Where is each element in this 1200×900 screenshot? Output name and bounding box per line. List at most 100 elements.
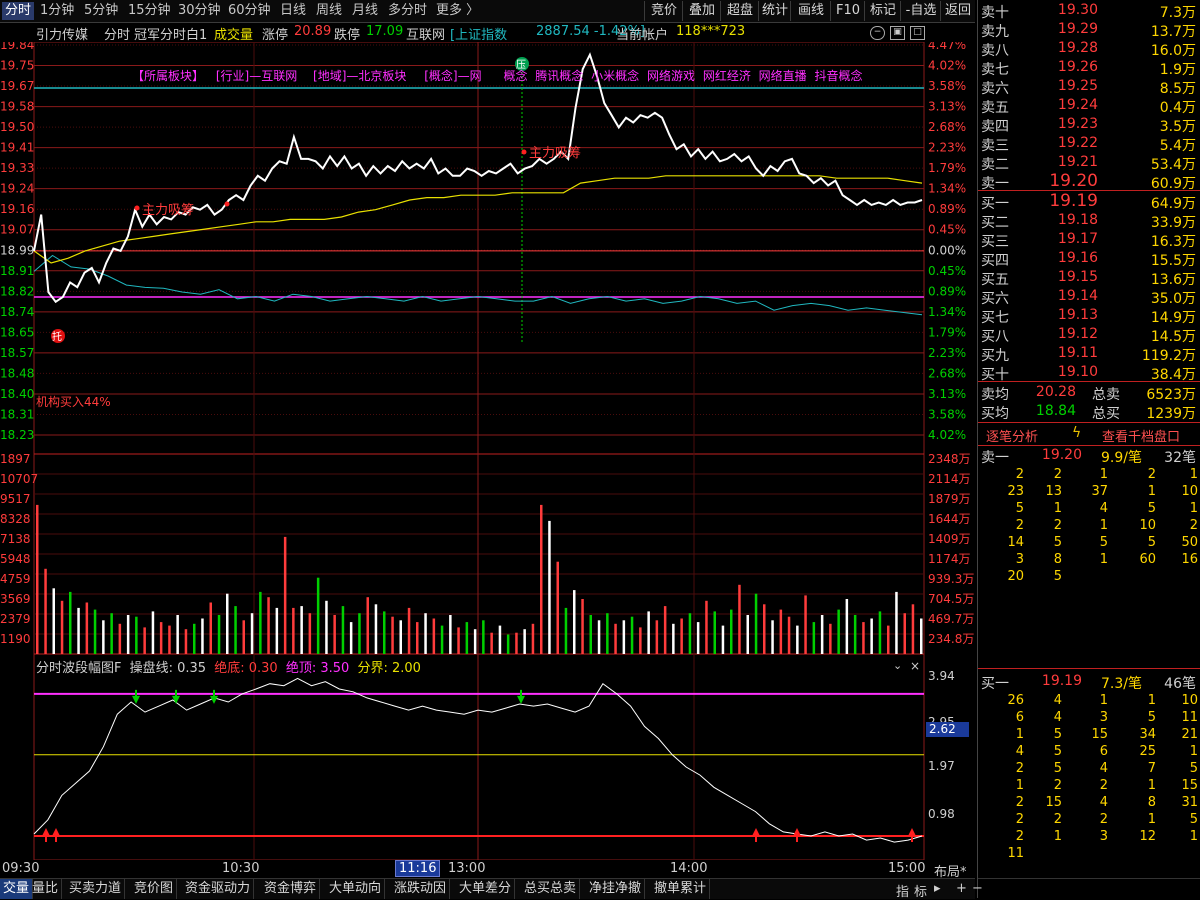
price-tick: 19.75 xyxy=(0,59,34,73)
super-button[interactable]: 超盘 xyxy=(720,1,759,21)
order-book-row[interactable]: 卖八 19.28 16.0万 xyxy=(978,39,1200,59)
watchlist-button[interactable]: -自选 xyxy=(900,1,941,21)
tick-cell: 2 xyxy=(1053,518,1062,533)
order-book-row[interactable]: 买一 19.19 64.9万 xyxy=(978,191,1200,212)
order-book-panel: 卖十 19.30 7.3万 卖九 19.29 13.7万 卖八 19.28 16.0… xyxy=(896,0,1200,900)
sector-tag[interactable]: 网红经济 xyxy=(703,69,751,83)
intraday-chart[interactable]: 19.84 19.75 19.67 19.58 19.50 19.41 19.33 19.24… xyxy=(0,42,975,860)
order-price: 19.13 xyxy=(1057,307,1098,323)
volume-tick: 10707 xyxy=(0,472,38,486)
tick-row: 3 8 1 60 16 xyxy=(978,552,1200,569)
tab-5min[interactable]: 5分钟 xyxy=(84,2,118,20)
tab-tick-analysis[interactable]: 逐笔分析 xyxy=(986,426,1038,445)
indicator-tab[interactable]: 涨跌动因 xyxy=(391,879,451,899)
amplitude-title[interactable]: 分时波段幅图F xyxy=(36,661,121,676)
order-book-row[interactable]: 卖三 19.22 5.4万 xyxy=(978,134,1200,154)
tab-30min[interactable]: 30分钟 xyxy=(178,2,221,20)
tab-intraday[interactable]: 分时 xyxy=(2,2,35,20)
volume-bar xyxy=(829,623,832,654)
order-book-row[interactable]: 卖七 19.26 1.9万 xyxy=(978,58,1200,78)
sector-tag[interactable]: 小米概念 xyxy=(591,69,639,83)
tab-1min[interactable]: 1分钟 xyxy=(40,2,74,20)
indicator-tab[interactable]: 资金博弈 xyxy=(261,879,321,899)
order-book-row[interactable]: 卖四 19.23 3.5万 xyxy=(978,115,1200,135)
index-label[interactable]: [上证指数 xyxy=(450,24,507,43)
volume-bar xyxy=(110,613,113,654)
mark-button[interactable]: 标记 xyxy=(864,1,901,21)
tab-more[interactable]: 更多 〉 xyxy=(436,2,479,20)
tab-monthly[interactable]: 月线 xyxy=(352,2,378,20)
sector-tag[interactable]: 腾讯概念 xyxy=(535,69,583,83)
play-icon[interactable]: ▸ xyxy=(934,881,941,896)
indicator-tab[interactable]: 量比 xyxy=(29,879,63,899)
tab-daily[interactable]: 日线 xyxy=(280,2,306,20)
auction-button[interactable]: 竞价 xyxy=(644,1,683,21)
plus-icon[interactable]: + xyxy=(956,881,967,896)
indicator-name[interactable]: 冠军分时白1 xyxy=(134,24,207,43)
sector-tag[interactable]: [地域]—北京板块 xyxy=(313,69,406,83)
tick-cell: 5 xyxy=(1053,569,1062,584)
order-book-row[interactable]: 卖二 19.21 53.4万 xyxy=(978,153,1200,173)
order-book-row[interactable]: 卖十 19.30 7.3万 xyxy=(978,1,1200,21)
order-book-row[interactable]: 买十 19.10 38.4万 xyxy=(978,363,1200,383)
order-book-row[interactable]: 买七 19.13 14.9万 xyxy=(978,306,1200,326)
f10-button[interactable]: F10 xyxy=(830,1,865,21)
draw-button[interactable]: 画线 xyxy=(790,1,831,21)
percent-tick: 3.58% xyxy=(928,407,966,421)
indicator-tab[interactable]: 净挂净撤 xyxy=(586,879,646,899)
tick-cell: 4 xyxy=(1053,693,1062,708)
indicator-tab[interactable]: 大单差分 xyxy=(456,879,516,899)
tab-60min[interactable]: 60分钟 xyxy=(228,2,271,20)
indicator-tab[interactable]: 大单动向 xyxy=(326,879,386,899)
order-price: 19.24 xyxy=(1057,97,1098,113)
chevron-down-icon[interactable]: ⌄ xyxy=(893,659,902,672)
indicator-tab[interactable]: 撤单累计 xyxy=(651,879,711,899)
tab-multi-intraday[interactable]: 多分时 xyxy=(388,2,427,20)
overlay-button[interactable]: 叠加 xyxy=(682,1,721,21)
sector-tag[interactable]: [行业]—互联网 xyxy=(216,69,297,83)
order-book-row[interactable]: 买二 19.18 33.9万 xyxy=(978,211,1200,231)
order-book-row[interactable]: 卖一 19.20 60.9万 xyxy=(978,171,1200,192)
order-book-row[interactable]: 卖五 19.24 0.4万 xyxy=(978,96,1200,116)
sector-tag[interactable]: 抖音概念 xyxy=(815,69,863,83)
stats-button[interactable]: 统计 xyxy=(758,1,791,21)
sector-tag[interactable]: 网络直播 xyxy=(759,69,807,83)
order-book-row[interactable]: 买八 19.12 14.5万 xyxy=(978,325,1200,345)
indicator-tab[interactable]: 总买总卖 xyxy=(521,879,581,899)
sector-label[interactable]: 互联网 xyxy=(406,24,445,43)
order-volume: 16.0万 xyxy=(1150,43,1196,59)
sector-tag[interactable]: 网络游戏 xyxy=(647,69,695,83)
order-book-row[interactable]: 买六 19.14 35.0万 xyxy=(978,287,1200,307)
maximize-icon[interactable]: □ xyxy=(910,26,925,40)
order-book-row[interactable]: 买四 19.16 15.5万 xyxy=(978,249,1200,269)
volume-toggle[interactable]: 成交量 xyxy=(214,24,253,43)
order-book-row[interactable]: 买九 19.11 119.2万 xyxy=(978,344,1200,364)
minus-circle-icon[interactable]: − xyxy=(870,26,885,40)
indicator-tab[interactable]: 资金驱动力 xyxy=(182,879,255,899)
order-book-row[interactable]: 卖六 19.25 8.5万 xyxy=(978,77,1200,97)
sector-tag[interactable]: 概念 xyxy=(503,69,527,83)
percent-tick: 3.58% xyxy=(928,79,966,93)
volume-bar xyxy=(498,625,502,654)
indicator-button[interactable]: 指 xyxy=(896,881,909,900)
time-label: 15:00 xyxy=(888,861,926,876)
tab-weekly[interactable]: 周线 xyxy=(316,2,342,20)
order-book-row[interactable]: 买三 19.17 16.3万 xyxy=(978,230,1200,250)
indicator-tab[interactable]: 竞价图 xyxy=(131,879,178,899)
minus-icon[interactable]: − xyxy=(972,881,983,896)
sector-tag[interactable]: 【所属板块】 xyxy=(132,69,204,83)
tab-thousand-depth[interactable]: 查看千档盘口 xyxy=(1102,426,1180,445)
close-icon[interactable]: × xyxy=(910,659,920,673)
sell-arrow-icon xyxy=(172,689,180,704)
price-tick: 19.24 xyxy=(0,182,34,196)
tab-15min[interactable]: 15分钟 xyxy=(128,2,171,20)
order-book-row[interactable]: 买五 19.15 13.6万 xyxy=(978,268,1200,288)
volume-bar xyxy=(490,632,493,654)
indicator-button-2[interactable]: 标 xyxy=(914,881,927,900)
tick-cell: 1 xyxy=(1189,467,1198,482)
order-book-row[interactable]: 卖九 19.29 13.7万 xyxy=(978,20,1200,40)
sector-tag[interactable]: [概念]—网 xyxy=(424,69,481,83)
back-button[interactable]: 返回 xyxy=(940,1,975,21)
expand-icon[interactable]: ▣ xyxy=(890,26,905,40)
indicator-tab[interactable]: 买卖力道 xyxy=(66,879,126,899)
